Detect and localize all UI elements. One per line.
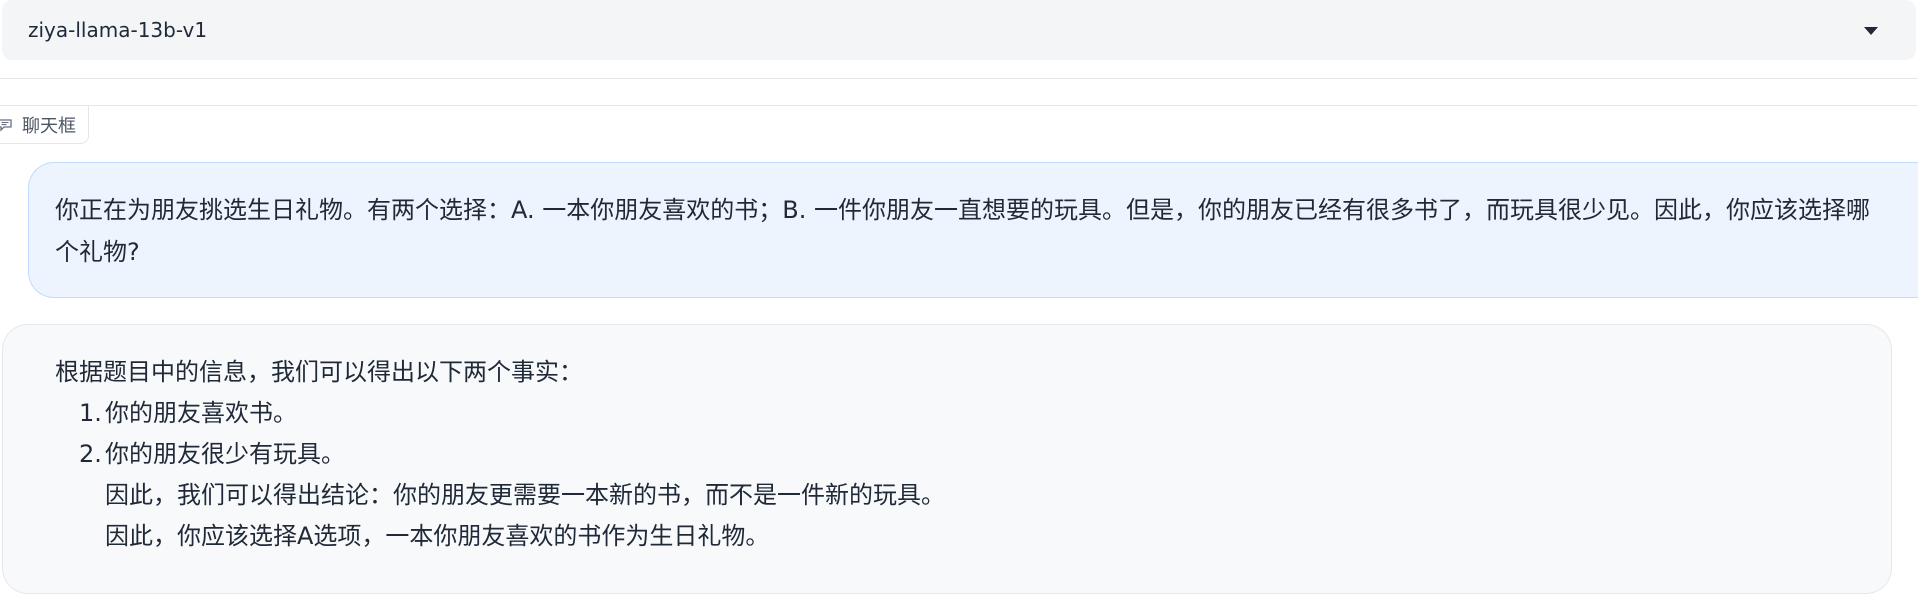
list-item-number: 2. bbox=[79, 440, 102, 468]
chat-icon bbox=[0, 118, 12, 132]
user-message: 你正在为朋友挑选生日礼物。有两个选择：A. 一本你朋友喜欢的书；B. 一件你朋友… bbox=[28, 162, 1918, 298]
chat-panel-label-text: 聊天框 bbox=[22, 115, 76, 137]
list-item: 1. 你的朋友喜欢书。 bbox=[79, 393, 1861, 434]
model-select-value: ziya-llama-13b-v1 bbox=[28, 18, 208, 42]
user-message-text: 你正在为朋友挑选生日礼物。有两个选择：A. 一本你朋友喜欢的书；B. 一件你朋友… bbox=[55, 196, 1870, 266]
bot-message-list: 1. 你的朋友喜欢书。 2. 你的朋友很少有玩具。 bbox=[55, 393, 1861, 475]
chat-panel-label: 聊天框 bbox=[0, 106, 89, 144]
bot-message-conclusion: 因此，我们可以得出结论：你的朋友更需要一本新的书，而不是一件新的玩具。 bbox=[105, 481, 945, 509]
model-select-dropdown[interactable]: ziya-llama-13b-v1 bbox=[2, 0, 1916, 60]
bot-message-conclusion: 因此，你应该选择A选项，一本你朋友喜欢的书作为生日礼物。 bbox=[105, 522, 770, 550]
bot-message: 根据题目中的信息，我们可以得出以下两个事实： 1. 你的朋友喜欢书。 2. 你的… bbox=[2, 324, 1892, 594]
divider bbox=[0, 78, 1918, 79]
bot-message-intro: 根据题目中的信息，我们可以得出以下两个事实： bbox=[55, 358, 583, 386]
list-item-text: 你的朋友很少有玩具。 bbox=[105, 440, 345, 468]
list-item-text: 你的朋友喜欢书。 bbox=[105, 399, 297, 427]
list-item-number: 1. bbox=[79, 399, 102, 427]
divider bbox=[0, 105, 1918, 106]
list-item: 2. 你的朋友很少有玩具。 bbox=[79, 434, 1861, 475]
chevron-down-icon[interactable] bbox=[1864, 27, 1878, 35]
